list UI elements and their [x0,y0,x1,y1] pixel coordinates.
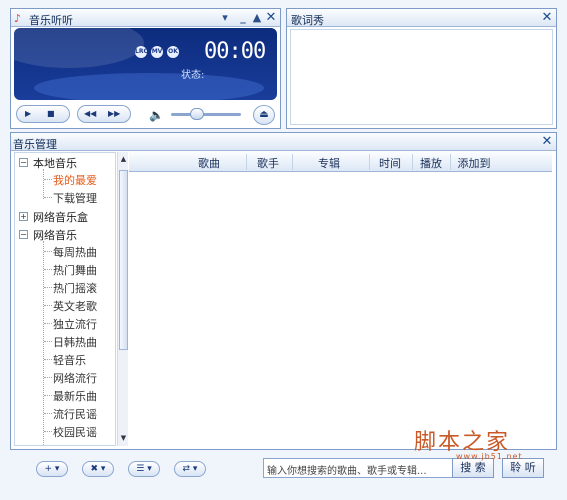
add-button[interactable]: + ▾ [36,461,68,477]
time-display: 00:00 [204,39,266,64]
tree-item-net-child[interactable]: 热门舞曲 [53,262,97,278]
lyrics-close-icon[interactable]: ✕ [541,11,553,24]
close-icon[interactable]: ✕ [265,11,277,24]
tree-item-net-child[interactable]: 最新乐曲 [53,388,97,404]
repeat-button[interactable]: ⇄ ▾ [174,461,206,477]
list-icon: ☰ ▾ [136,464,152,474]
tree-item-net-child[interactable]: 热门摇滚 [53,280,97,296]
menu-dropdown-icon[interactable]: ▾ [219,11,231,24]
manager-title: 音乐管理 [13,138,57,151]
tree-item-net-child[interactable]: 网络流行 [53,370,97,386]
speaker-icon[interactable]: 🔈 [149,108,164,122]
volume-slider[interactable] [171,113,241,116]
tree-item-downloads[interactable]: 下载管理 [53,190,97,206]
lyrics-panel: 歌词秀 ✕ [286,8,557,129]
lrc-mode-button[interactable]: LRC [135,46,148,58]
scroll-thumb[interactable] [119,170,128,350]
player-title: 音乐听听 [29,14,73,27]
song-table-body[interactable] [129,173,552,446]
column-header-artist[interactable]: 歌手 [253,155,283,171]
tree-item-net-child[interactable]: 日韩热曲 [53,334,97,350]
player-title-bar[interactable]: ♪ 音乐听听 ▾ _ ▲ ✕ [11,9,280,27]
tree-item-net-music-box[interactable]: 网络音乐盒 [33,209,88,225]
tree-item-net-child[interactable]: 轻音乐 [53,352,86,368]
app-logo-icon: ♪ [14,12,22,25]
search-input[interactable]: 输入你想搜索的歌曲、歌手或专辑... [263,458,456,478]
play-icon[interactable]: ▶ [25,106,31,122]
tree-item-net-music[interactable]: 网络音乐 [33,227,77,243]
scroll-up-icon[interactable]: ▲ [119,154,128,164]
column-header-play[interactable]: 播放 [416,155,446,171]
tree-item-net-child[interactable]: 流行民谣 [53,406,97,422]
column-header-song[interactable]: 歌曲 [189,155,229,171]
next-icon[interactable]: ▶▶ [108,106,120,122]
music-manager-panel: 音乐管理 ✕ − 本地音乐 我的最爱 下载管理 + 网络音乐盒 − 网络音乐 每… [10,132,557,450]
player-panel: ♪ 音乐听听 ▾ _ ▲ ✕ LRC MV OK 00:00 状态: ▶ ■ ◀… [10,8,281,129]
prev-next-group: ◀◀ ▶▶ [77,105,131,123]
mv-mode-button[interactable]: MV [151,46,163,58]
previous-icon[interactable]: ◀◀ [84,106,96,122]
tree-item-net-child[interactable]: 英文老歌 [53,298,97,314]
song-table-header: 歌曲 歌手 专辑 时间 播放 添加到 [129,152,552,172]
scroll-down-icon[interactable]: ▼ [119,433,128,443]
collapse-icon[interactable]: − [19,158,28,167]
lyrics-display [290,29,553,125]
ok-mode-button[interactable]: OK [167,46,179,58]
manager-close-icon[interactable]: ✕ [541,135,553,148]
tree-item-favorites[interactable]: 我的最爱 [53,172,97,188]
listen-button[interactable]: 聆 听 [502,458,544,478]
stop-icon[interactable]: ■ [47,106,55,122]
eject-icon: ⏏ [259,109,269,120]
column-header-add-to[interactable]: 添加到 [453,155,495,171]
app-window: ♪ 音乐听听 ▾ _ ▲ ✕ LRC MV OK 00:00 状态: ▶ ■ ◀… [0,0,567,500]
expand-icon[interactable]: + [19,212,28,221]
delete-icon: ✖ ▾ [90,464,106,474]
collapse-icon[interactable]: − [19,230,28,239]
watermark-url: www.jb51.net [456,452,523,461]
repeat-icon: ⇄ ▾ [182,464,198,474]
tree-scrollbar[interactable]: ▲ ▼ [117,152,128,446]
music-tree: − 本地音乐 我的最爱 下载管理 + 网络音乐盒 − 网络音乐 每周热曲 热门舞… [14,152,116,446]
delete-button[interactable]: ✖ ▾ [82,461,114,477]
column-header-album[interactable]: 专辑 [309,155,349,171]
minimize-icon[interactable]: _ [237,11,249,24]
tree-item-net-child[interactable]: 校园民谣 [53,424,97,440]
tree-item-local-music[interactable]: 本地音乐 [33,155,77,171]
player-display: LRC MV OK 00:00 状态: [14,28,277,100]
search-button[interactable]: 搜 索 [452,458,494,478]
lyrics-title: 歌词秀 [291,14,324,27]
list-button[interactable]: ☰ ▾ [128,461,160,477]
manager-title-bar: 音乐管理 ✕ [11,133,556,151]
status-label: 状态: [181,70,205,81]
add-icon: + ▾ [44,464,60,474]
mini-mode-icon[interactable]: ▲ [251,11,263,24]
lyrics-title-bar: 歌词秀 ✕ [287,9,556,27]
eject-button[interactable]: ⏏ [253,105,275,125]
tree-item-net-child[interactable]: 独立流行 [53,316,97,332]
tree-item-net-child[interactable]: 每周热曲 [53,244,97,260]
column-header-time[interactable]: 时间 [375,155,405,171]
play-stop-group: ▶ ■ [16,105,70,123]
volume-knob[interactable] [190,108,204,120]
